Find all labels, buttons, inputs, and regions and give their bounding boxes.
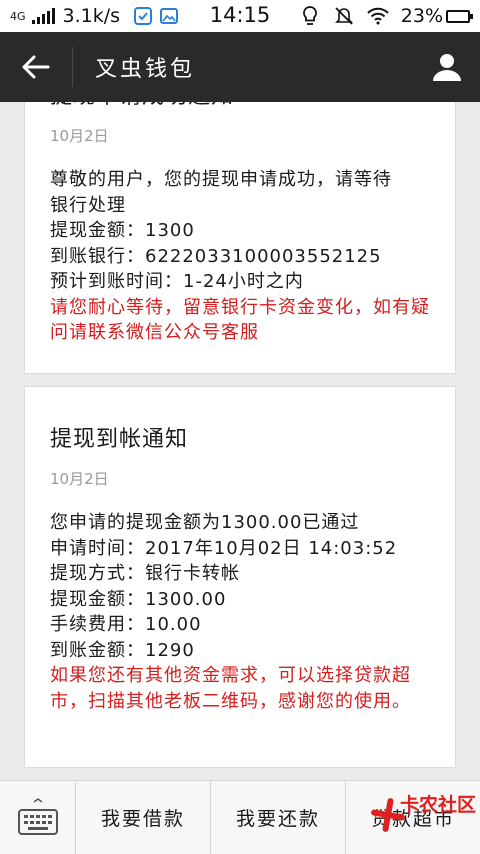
wifi-icon — [367, 6, 389, 26]
status-right: 23% — [299, 5, 473, 27]
message-date: 10月2日 — [50, 470, 109, 488]
message-line: 到账银行：6222033100003552125 — [50, 245, 382, 267]
message-line: 尊敬的用户，您的提现申请成功，请等待 — [50, 169, 392, 190]
status-left: 4G 3.1k/s — [10, 5, 180, 27]
signal-icon — [31, 8, 55, 24]
message-body: 您申请的提现金额为1300.00已通过 申请时间：2017年10月02日 14:… — [50, 510, 430, 714]
message-line: 申请时间：2017年10月02日 14:03:52 — [50, 537, 398, 559]
message-line: 预计到账时间：1-24小时之内 — [50, 271, 304, 292]
battery-percent: 23% — [400, 5, 443, 27]
message-line: 您申请的提现金额为1300.00已通过 — [50, 512, 360, 533]
keyboard-toggle-button[interactable] — [0, 781, 76, 854]
message-card: 提现到帐通知 10月2日 您申请的提现金额为1300.00已通过 申请时间：20… — [24, 386, 456, 768]
keyboard-icon — [17, 797, 58, 835]
message-line: 到账金额：1290 — [50, 639, 195, 661]
message-note: 请您耐心等待，留意银行卡资金变化，如有疑问请联系微信公众号客服 — [50, 296, 430, 344]
app-header: 叉虫钱包 — [0, 32, 480, 102]
bulb-icon — [299, 6, 321, 26]
message-line: 提现金额：1300.00 — [50, 588, 227, 610]
message-title: 提现申请成功通知 — [50, 102, 430, 115]
network-type: 4G — [10, 9, 26, 23]
message-line: 提现方式：银行卡转帐 — [50, 563, 240, 584]
back-button[interactable] — [0, 32, 72, 102]
status-bar: 4G 3.1k/s 14:15 23% — [0, 0, 480, 32]
message-line: 银行处理 — [50, 194, 126, 216]
image-app-icon — [158, 6, 180, 26]
message-list[interactable]: 提现申请成功通知 10月2日 尊敬的用户，您的提现申请成功，请等待 银行处理 提… — [0, 102, 480, 780]
message-card: 提现申请成功通知 10月2日 尊敬的用户，您的提现申请成功，请等待 银行处理 提… — [24, 102, 456, 374]
shield-app-icon — [132, 6, 154, 26]
header-divider — [72, 47, 73, 87]
user-icon — [433, 54, 461, 81]
battery-icon — [446, 9, 473, 23]
mute-icon — [333, 6, 355, 26]
message-line: 提现金额：1300 — [50, 220, 195, 241]
menu-item-repay[interactable]: 我要还款 — [211, 781, 346, 854]
message-title: 提现到帐通知 — [50, 427, 189, 452]
network-speed: 3.1k/s — [62, 5, 121, 27]
profile-button[interactable] — [414, 32, 480, 102]
back-arrow-icon — [22, 55, 50, 79]
message-line: 手续费用：10.00 — [50, 614, 202, 635]
message-note: 如果您还有其他资金需求，可以选择贷款超市，扫描其他老板二维码，感谢您的使用。 — [50, 665, 411, 712]
battery-indicator: 23% — [400, 5, 473, 27]
page-title: 叉虫钱包 — [95, 57, 196, 82]
menu-item-borrow[interactable]: 我要借款 — [76, 781, 211, 854]
bottom-menu: 我要借款 我要还款 贷款超市 — [0, 780, 480, 854]
message-body: 尊敬的用户，您的提现申请成功，请等待 银行处理 提现金额：1300 到账银行：6… — [50, 167, 430, 346]
message-date: 10月2日 — [50, 127, 109, 145]
menu-item-loan-market[interactable]: 贷款超市 — [346, 781, 480, 854]
